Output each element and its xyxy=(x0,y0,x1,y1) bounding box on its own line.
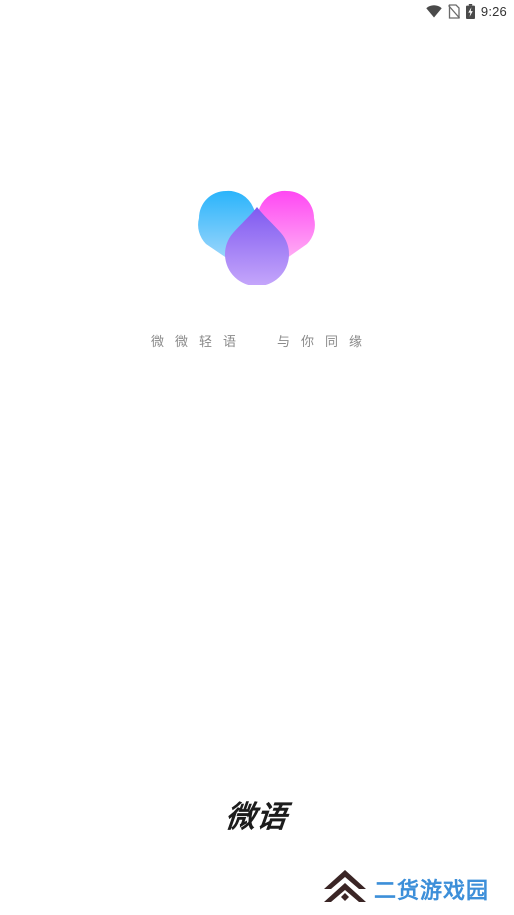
status-time: 9:26 xyxy=(480,3,507,19)
slogan-right: 与你同缘 xyxy=(277,335,374,350)
watermark-text: 二货游戏园 xyxy=(374,879,490,904)
double-chevron-up-icon xyxy=(322,867,368,911)
app-logo xyxy=(196,187,318,287)
wifi-icon xyxy=(426,4,442,18)
watermark: 二货游戏园 xyxy=(322,866,489,912)
slogan: 微微轻语 与你同缘 xyxy=(0,331,514,351)
heart-droplets-logo xyxy=(198,190,315,287)
status-icons: 9:26 xyxy=(426,3,507,19)
status-bar: 9:26 xyxy=(0,0,514,22)
app-name: 微语 xyxy=(223,800,290,835)
no-sim-icon xyxy=(447,3,460,19)
slogan-left: 微微轻语 xyxy=(151,335,248,350)
battery-charging-icon xyxy=(465,3,475,19)
